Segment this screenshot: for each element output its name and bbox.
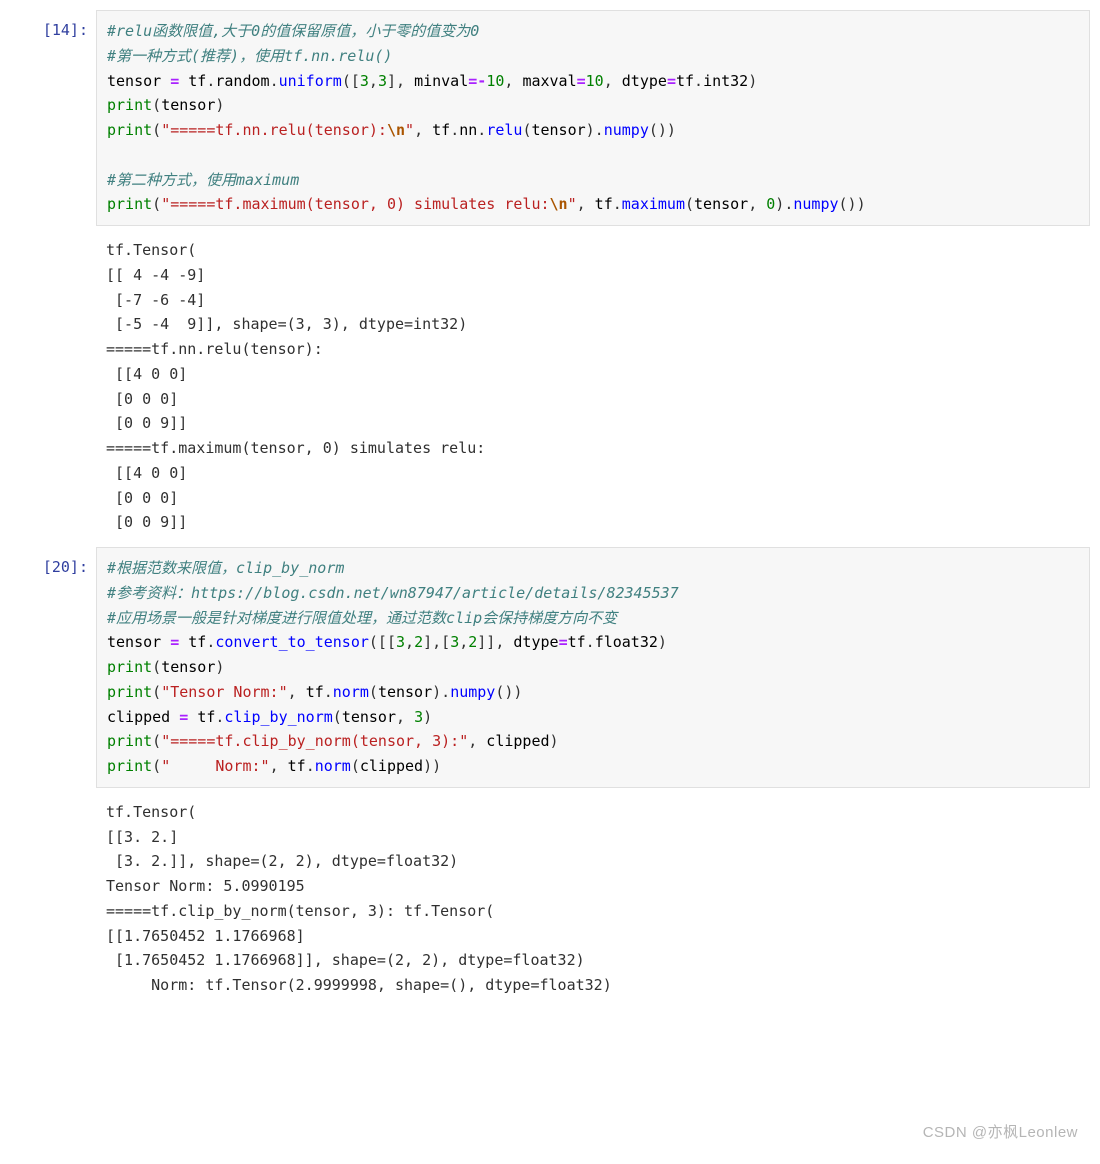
code-output: tf.Tensor( [[3. 2.] [3. 2.]], shape=(2, … — [96, 792, 1090, 1006]
code-input[interactable]: #relu函数限值,大于0的值保留原值，小于零的值变为0 #第一种方式(推荐)，… — [96, 10, 1090, 226]
notebook-cell: [20]: #根据范数来限值，clip_by_norm #参考资料：https:… — [10, 547, 1090, 788]
output-prompt — [10, 792, 96, 1006]
watermark: CSDN @亦枫Leonlew — [923, 1121, 1078, 1146]
notebook-output-cell: tf.Tensor( [[3. 2.] [3. 2.]], shape=(2, … — [10, 792, 1090, 1006]
notebook-output-cell: tf.Tensor( [[ 4 -4 -9] [-7 -6 -4] [-5 -4… — [10, 230, 1090, 543]
code-input[interactable]: #根据范数来限值，clip_by_norm #参考资料：https://blog… — [96, 547, 1090, 788]
output-prompt — [10, 230, 96, 543]
input-prompt: [14]: — [10, 10, 96, 226]
code-output: tf.Tensor( [[ 4 -4 -9] [-7 -6 -4] [-5 -4… — [96, 230, 1090, 543]
notebook-cell: [14]: #relu函数限值,大于0的值保留原值，小于零的值变为0 #第一种方… — [10, 10, 1090, 226]
input-prompt: [20]: — [10, 547, 96, 788]
